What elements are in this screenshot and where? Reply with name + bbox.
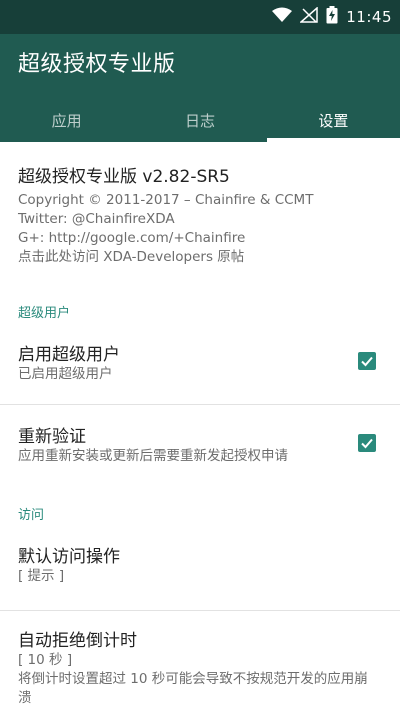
section-header-superuser: 超级用户 [18, 306, 71, 321]
tab-settings[interactable]: 设置 [266, 98, 400, 142]
gplus-text: G+: http://google.com/+Chainfire [18, 230, 246, 246]
pref-title: 默认访问操作 [18, 547, 120, 567]
pref-title: 重新验证 [18, 427, 86, 447]
pref-title: 启用超级用户 [18, 345, 120, 365]
pref-enable-superuser[interactable]: 启用超级用户 已启用超级用户 [0, 332, 400, 402]
pref-note: 将倒计时设置超过 10 秒可能会导致不按规范开发的应用崩溃 [18, 671, 368, 706]
reauthenticate-checkbox[interactable] [358, 434, 376, 452]
wifi-icon [272, 7, 293, 27]
pref-summary: 应用重新安装或更新后需要重新发起授权申请 [18, 448, 288, 464]
pref-default-access[interactable]: 默认访问操作 [ 提示 ] [0, 534, 400, 604]
pref-title: 自动拒绝倒计时 [18, 631, 137, 651]
pref-summary: 已启用超级用户 [18, 366, 113, 382]
xda-link[interactable]: 点击此处访问 XDA-Developers 原帖 [18, 248, 388, 267]
settings-content: 超级授权专业版 v2.82-SR5 Copyright © 2011-2017 … [0, 142, 400, 716]
status-time: 11:45 [346, 8, 392, 26]
pref-value: [ 10 秒 ] [18, 652, 73, 668]
twitter-text: Twitter: @ChainfireXDA [18, 211, 175, 227]
app-title: 超级授权专业版 [18, 52, 176, 77]
tab-apps[interactable]: 应用 [0, 98, 133, 142]
divider [0, 610, 400, 611]
about-block[interactable]: 超级授权专业版 v2.82-SR5 Copyright © 2011-2017 … [18, 162, 388, 267]
copyright-text: Copyright © 2011-2017 – Chainfire & CCMT [18, 192, 314, 208]
pref-auto-deny[interactable]: 自动拒绝倒计时 [ 10 秒 ] 将倒计时设置超过 10 秒可能会导致不按规范开… [0, 618, 400, 716]
app-version: 超级授权专业版 v2.82-SR5 [18, 167, 230, 187]
checkmark-icon [361, 438, 373, 449]
tab-bar: 应用 日志 设置 [0, 98, 400, 142]
app-bar: 超级授权专业版 应用 日志 设置 [0, 34, 400, 142]
pref-value: [ 提示 ] [18, 568, 65, 584]
enable-superuser-checkbox[interactable] [358, 352, 376, 370]
section-header-access: 访问 [18, 508, 45, 523]
divider [0, 404, 400, 405]
pref-reauthenticate[interactable]: 重新验证 应用重新安装或更新后需要重新发起授权申请 [0, 414, 400, 484]
checkmark-icon [361, 356, 373, 367]
status-icons: 11:45 [272, 0, 392, 34]
signal-off-icon [299, 6, 319, 27]
tab-logs[interactable]: 日志 [133, 98, 266, 142]
battery-charging-icon [326, 6, 338, 28]
status-bar: 11:45 [0, 0, 400, 34]
